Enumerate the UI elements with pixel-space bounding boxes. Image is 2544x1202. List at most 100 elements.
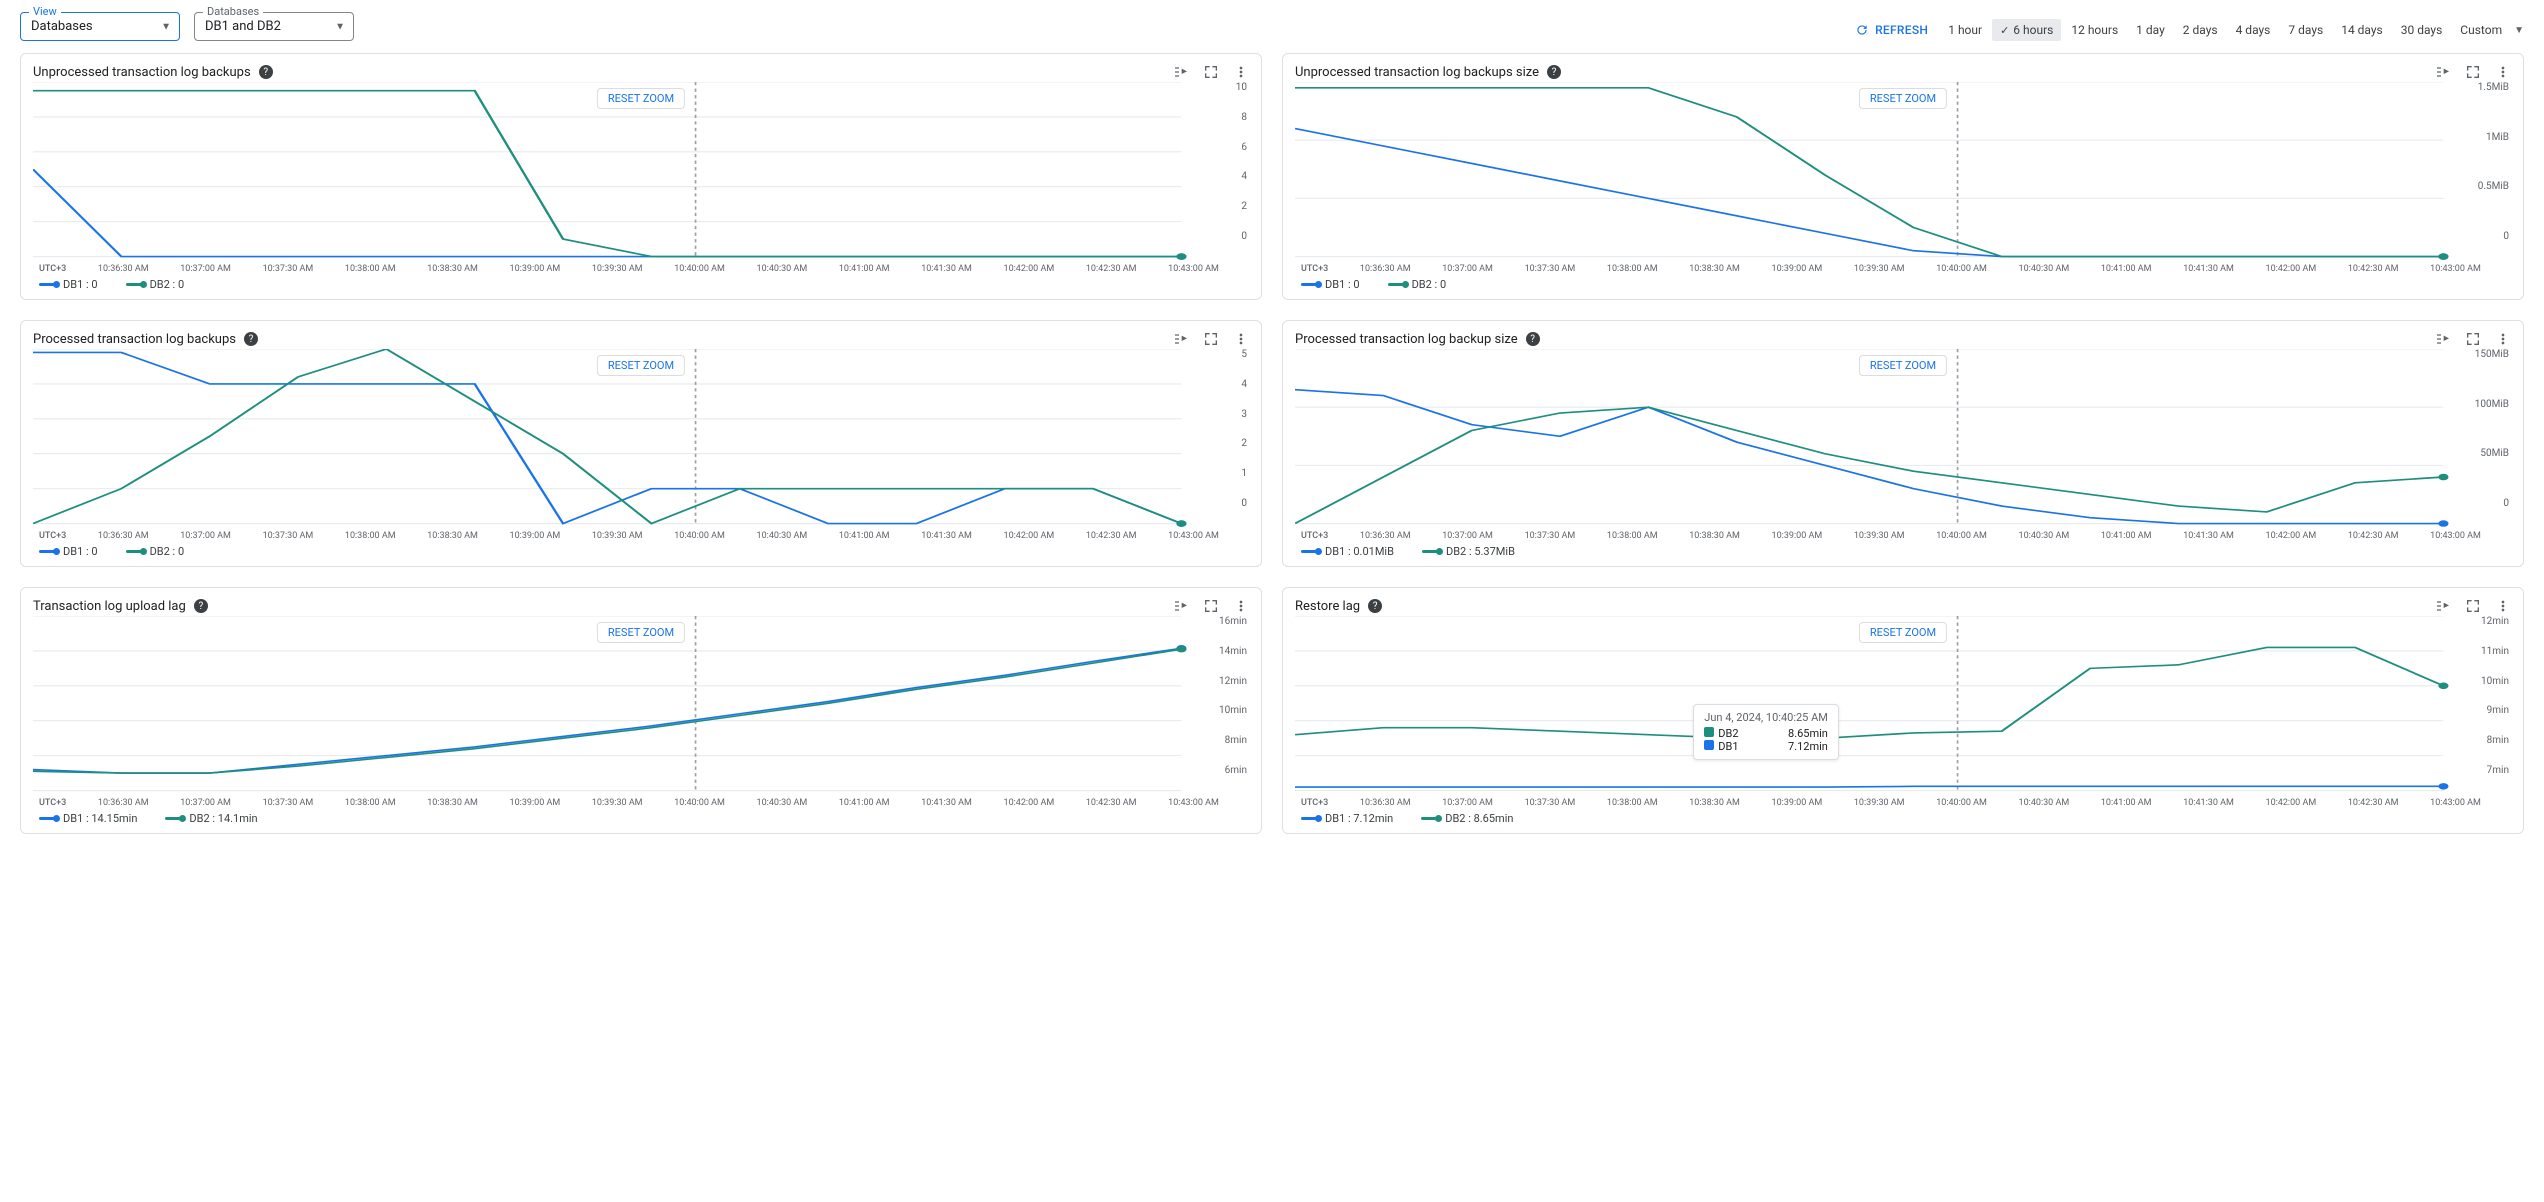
y-axis-labels: 1.5MiB1MiB0.5MiB0 [2478, 82, 2509, 242]
expand-icon[interactable] [2465, 64, 2481, 80]
refresh-label: REFRESH [1875, 23, 1928, 37]
expand-icon[interactable] [1203, 64, 1219, 80]
reset-zoom-button[interactable]: RESET ZOOM [1859, 355, 1947, 376]
refresh-button[interactable]: REFRESH [1847, 19, 1936, 41]
legend-item-DB2[interactable]: DB2 : 0 [1388, 278, 1447, 291]
help-icon[interactable]: ? [1547, 65, 1561, 79]
more-icon[interactable] [1233, 331, 1249, 347]
view-select[interactable]: View Databases ▼ [20, 12, 180, 41]
databases-select[interactable]: Databases DB1 and DB2 ▼ [194, 12, 354, 41]
chart-card-processed-size: Processed transaction log backup size ? … [1282, 320, 2524, 567]
help-icon[interactable]: ? [194, 599, 208, 613]
time-range-Custom[interactable]: Custom [2452, 19, 2510, 41]
chart-legend: DB1 : 0.01MiB DB2 : 5.37MiB [1295, 541, 2511, 560]
time-range-2-days[interactable]: 2 days [2175, 19, 2226, 41]
time-range-14-days[interactable]: 14 days [2333, 19, 2391, 41]
chart-title: Processed transaction log backups [33, 332, 236, 347]
chart-card-upload-lag: Transaction log upload lag ? RESET ZOOM 1… [20, 587, 1262, 834]
legend-toggle-icon[interactable] [2435, 331, 2451, 347]
legend-item-DB1[interactable]: DB1 : 0 [39, 278, 98, 291]
chevron-down-icon: ▼ [2512, 25, 2524, 36]
chart-plot[interactable]: 1086420 [33, 82, 1249, 262]
legend-toggle-icon[interactable] [2435, 598, 2451, 614]
time-range-1-hour[interactable]: 1 hour [1940, 19, 1990, 41]
y-axis-labels: 16min14min12min10min8min6min [1219, 616, 1247, 776]
y-axis-labels: 150MiB100MiB50MiB0 [2475, 349, 2509, 509]
chart-title: Processed transaction log backup size [1295, 332, 1518, 347]
time-range-30-days[interactable]: 30 days [2393, 19, 2451, 41]
chart-legend: DB1 : 14.15min DB2 : 14.1min [33, 808, 1249, 827]
legend-toggle-icon[interactable] [1173, 598, 1189, 614]
x-axis-labels: UTC+310:36:30 AM10:37:00 AM10:37:30 AM10… [1295, 529, 2511, 541]
chart-title: Unprocessed transaction log backups size [1295, 65, 1539, 80]
more-icon[interactable] [2495, 64, 2511, 80]
chart-plot[interactable]: 16min14min12min10min8min6min [33, 616, 1249, 796]
chart-plot[interactable]: 12min11min10min9min8min7min Jun 4, 2024,… [1295, 616, 2511, 796]
reset-zoom-button[interactable]: RESET ZOOM [597, 622, 685, 643]
x-axis-labels: UTC+310:36:30 AM10:37:00 AM10:37:30 AM10… [33, 262, 1249, 274]
expand-icon[interactable] [2465, 331, 2481, 347]
top-bar: View Databases ▼ Databases DB1 and DB2 ▼… [20, 10, 2524, 53]
legend-item-DB1[interactable]: DB1 : 14.15min [39, 812, 137, 825]
legend-item-DB1[interactable]: DB1 : 0.01MiB [1301, 545, 1394, 558]
more-icon[interactable] [1233, 64, 1249, 80]
chart-tooltip: Jun 4, 2024, 10:40:25 AMDB28.65minDB17.1… [1693, 704, 1839, 760]
y-axis-labels: 543210 [1241, 349, 1247, 509]
chart-legend: DB1 : 7.12min DB2 : 8.65min [1295, 808, 2511, 827]
expand-icon[interactable] [1203, 331, 1219, 347]
y-axis-labels: 1086420 [1236, 82, 1247, 242]
refresh-icon [1855, 23, 1869, 37]
chart-plot[interactable]: 150MiB100MiB50MiB0 [1295, 349, 2511, 529]
reset-zoom-button[interactable]: RESET ZOOM [597, 88, 685, 109]
reset-zoom-button[interactable]: RESET ZOOM [1859, 88, 1947, 109]
x-axis-labels: UTC+310:36:30 AM10:37:00 AM10:37:30 AM10… [1295, 796, 2511, 808]
chart-title: Unprocessed transaction log backups [33, 65, 251, 80]
chart-plot[interactable]: 1.5MiB1MiB0.5MiB0 [1295, 82, 2511, 262]
legend-toggle-icon[interactable] [2435, 64, 2451, 80]
legend-item-DB1[interactable]: DB1 : 0 [39, 545, 98, 558]
view-select-value: Databases [31, 19, 93, 34]
time-range-6-hours[interactable]: 6 hours [1992, 19, 2061, 41]
help-icon[interactable]: ? [1368, 599, 1382, 613]
time-range-4-days[interactable]: 4 days [2228, 19, 2279, 41]
legend-toggle-icon[interactable] [1173, 331, 1189, 347]
filters: View Databases ▼ Databases DB1 and DB2 ▼ [20, 12, 354, 41]
time-range-7-days[interactable]: 7 days [2280, 19, 2331, 41]
databases-select-value: DB1 and DB2 [205, 19, 281, 34]
chart-card-unprocessed-size: Unprocessed transaction log backups size… [1282, 53, 2524, 300]
help-icon[interactable]: ? [1526, 332, 1540, 346]
time-range-bar: REFRESH 1 hour6 hours12 hours1 day2 days… [1847, 19, 2524, 41]
legend-item-DB2[interactable]: DB2 : 8.65min [1421, 812, 1513, 825]
databases-select-label: Databases [203, 5, 263, 18]
chart-card-unprocessed-count: Unprocessed transaction log backups ? RE… [20, 53, 1262, 300]
help-icon[interactable]: ? [259, 65, 273, 79]
legend-item-DB2[interactable]: DB2 : 0 [126, 545, 185, 558]
legend-item-DB1[interactable]: DB1 : 0 [1301, 278, 1360, 291]
chevron-down-icon: ▼ [161, 21, 171, 32]
legend-item-DB2[interactable]: DB2 : 14.1min [165, 812, 257, 825]
view-select-label: View [29, 5, 61, 18]
more-icon[interactable] [1233, 598, 1249, 614]
legend-item-DB2[interactable]: DB2 : 0 [126, 278, 185, 291]
reset-zoom-button[interactable]: RESET ZOOM [597, 355, 685, 376]
chart-title: Restore lag [1295, 599, 1360, 614]
expand-icon[interactable] [2465, 598, 2481, 614]
legend-toggle-icon[interactable] [1173, 64, 1189, 80]
charts-grid: Unprocessed transaction log backups ? RE… [20, 53, 2524, 834]
y-axis-labels: 12min11min10min9min8min7min [2481, 616, 2509, 776]
more-icon[interactable] [2495, 598, 2511, 614]
expand-icon[interactable] [1203, 598, 1219, 614]
legend-item-DB2[interactable]: DB2 : 5.37MiB [1422, 545, 1515, 558]
chart-legend: DB1 : 0 DB2 : 0 [1295, 274, 2511, 293]
more-icon[interactable] [2495, 331, 2511, 347]
time-range-1-day[interactable]: 1 day [2128, 19, 2173, 41]
x-axis-labels: UTC+310:36:30 AM10:37:00 AM10:37:30 AM10… [33, 796, 1249, 808]
reset-zoom-button[interactable]: RESET ZOOM [1859, 622, 1947, 643]
time-range-12-hours[interactable]: 12 hours [2063, 19, 2126, 41]
chart-legend: DB1 : 0 DB2 : 0 [33, 541, 1249, 560]
chart-card-restore-lag: Restore lag ? RESET ZOOM12min11min10min9… [1282, 587, 2524, 834]
chart-title: Transaction log upload lag [33, 599, 186, 614]
chart-plot[interactable]: 543210 [33, 349, 1249, 529]
legend-item-DB1[interactable]: DB1 : 7.12min [1301, 812, 1393, 825]
help-icon[interactable]: ? [244, 332, 258, 346]
